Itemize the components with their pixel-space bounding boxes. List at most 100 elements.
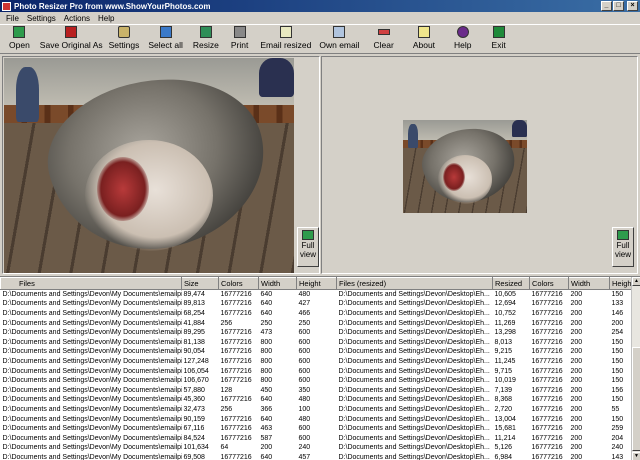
table-cell: 640 — [260, 396, 273, 404]
table-cell: 90,159 — [183, 415, 205, 423]
table-cell: 68,254 — [183, 309, 205, 317]
table-cell: 15,681 — [494, 425, 516, 433]
menu-file[interactable]: File — [2, 14, 23, 23]
table-cell: D:\Documents and Settings\Devon\Desktop\… — [338, 348, 490, 356]
table-cell: 16777216 — [531, 396, 563, 404]
column-header[interactable]: Heigh — [609, 277, 632, 290]
table-cell: 200 — [570, 396, 583, 404]
table-cell: 150 — [611, 396, 624, 404]
table-row[interactable]: D:\Documents and Settings\Devon\My Docum… — [1, 385, 632, 395]
table-row[interactable]: D:\Documents and Settings\Devon\My Docum… — [1, 453, 632, 460]
table-cell: 600 — [298, 348, 311, 356]
column-header[interactable]: Files — [0, 277, 182, 290]
table-cell: 150 — [611, 367, 624, 375]
vertical-scrollbar[interactable]: ▲ ▼ — [631, 277, 640, 460]
own-email-button[interactable]: Own email — [319, 25, 360, 53]
menu-actions[interactable]: Actions — [60, 14, 94, 23]
table-row[interactable]: D:\Documents and Settings\Devon\My Docum… — [1, 290, 632, 300]
maximize-button[interactable]: □ — [613, 1, 624, 11]
scroll-thumb[interactable] — [632, 347, 640, 451]
table-row[interactable]: D:\Documents and Settings\Devon\My Docum… — [1, 357, 632, 367]
close-button[interactable]: × — [627, 1, 638, 11]
email-resized-button[interactable]: Email resized — [260, 25, 311, 53]
table-cell: 5,126 — [494, 444, 513, 452]
own-email-label: Own email — [319, 40, 360, 50]
table-row[interactable]: D:\Documents and Settings\Devon\My Docum… — [1, 414, 632, 424]
print-button[interactable]: Print — [231, 25, 248, 53]
column-header[interactable]: Width — [568, 277, 610, 290]
table-cell: 200 — [570, 377, 583, 385]
column-header[interactable]: Files (resized) — [336, 277, 493, 290]
help-button[interactable]: Help — [454, 25, 472, 53]
full-view-button-original[interactable]: Full view — [297, 227, 319, 267]
column-header[interactable]: Width — [258, 277, 297, 290]
table-cell: 143 — [611, 453, 624, 460]
table-cell: 250 — [260, 319, 273, 327]
table-cell: D:\Documents and Settings\Devon\My Docum… — [2, 348, 182, 356]
table-cell: 67,116 — [183, 425, 205, 433]
table-cell: 16777216 — [531, 329, 563, 337]
full-view-icon — [617, 230, 629, 240]
table-row[interactable]: D:\Documents and Settings\Devon\My Docum… — [1, 328, 632, 338]
table-cell: D:\Documents and Settings\Devon\Desktop\… — [338, 309, 490, 317]
table-row[interactable]: D:\Documents and Settings\Devon\My Docum… — [1, 395, 632, 405]
exit-label: Exit — [491, 40, 506, 50]
table-cell: 16777216 — [220, 338, 252, 346]
table-cell: 800 — [260, 367, 273, 375]
table-cell: 16777216 — [531, 309, 563, 317]
select-all-button[interactable]: Select all — [148, 25, 183, 53]
table-cell: 200 — [570, 329, 583, 337]
table-cell: 366 — [260, 405, 273, 413]
table-cell: 640 — [260, 300, 273, 308]
table-cell: 587 — [260, 434, 273, 442]
full-view-button-resized[interactable]: Full view — [612, 227, 634, 267]
table-row[interactable]: D:\Documents and Settings\Devon\My Docum… — [1, 299, 632, 309]
table-row[interactable]: D:\Documents and Settings\Devon\My Docum… — [1, 376, 632, 386]
scroll-down-icon[interactable]: ▼ — [632, 452, 640, 460]
column-header[interactable]: Size — [181, 277, 219, 290]
table-row[interactable]: D:\Documents and Settings\Devon\My Docum… — [1, 405, 632, 415]
table-cell: 200 — [570, 319, 583, 327]
column-header[interactable]: Height — [296, 277, 337, 290]
column-header[interactable]: Colors — [218, 277, 259, 290]
table-cell: D:\Documents and Settings\Devon\Desktop\… — [338, 434, 490, 442]
settings-icon — [118, 26, 130, 38]
file-list-grid: Files Size Colors Width Height Files (resized… — [0, 276, 640, 460]
table-row[interactable]: D:\Documents and Settings\Devon\My Docum… — [1, 443, 632, 453]
open-button[interactable]: Open — [9, 25, 30, 53]
table-row[interactable]: D:\Documents and Settings\Devon\My Docum… — [1, 337, 632, 347]
save-original-as-button[interactable]: Save Original As — [40, 25, 103, 53]
clear-button[interactable]: Clear — [374, 25, 394, 53]
settings-button[interactable]: Settings — [109, 25, 139, 53]
table-row[interactable]: D:\Documents and Settings\Devon\My Docum… — [1, 309, 632, 319]
table-cell: 600 — [298, 377, 311, 385]
menu-settings[interactable]: Settings — [23, 14, 60, 23]
table-cell: 10,752 — [494, 309, 516, 317]
table-cell: 9,715 — [494, 367, 513, 375]
table-row[interactable]: D:\Documents and Settings\Devon\My Docum… — [1, 366, 632, 376]
table-row[interactable]: D:\Documents and Settings\Devon\My Docum… — [1, 318, 632, 328]
table-cell: 200 — [570, 309, 583, 317]
table-cell: D:\Documents and Settings\Devon\Desktop\… — [338, 357, 490, 365]
scroll-up-icon[interactable]: ▲ — [632, 277, 640, 286]
folder-open-icon — [13, 26, 26, 38]
column-header[interactable]: Resized — [492, 277, 530, 290]
open-label: Open — [9, 40, 30, 50]
resize-button[interactable]: Resize — [193, 25, 219, 53]
table-cell: 55 — [611, 405, 620, 413]
menu-help[interactable]: Help — [94, 14, 118, 23]
column-header[interactable]: Colors — [529, 277, 569, 290]
table-cell: 8,013 — [494, 338, 513, 346]
table-cell: 200 — [570, 291, 583, 299]
table-cell: 600 — [298, 425, 311, 433]
table-cell: D:\Documents and Settings\Devon\My Docum… — [2, 453, 182, 460]
title-bar: Photo Resizer Pro from www.ShowYourPhoto… — [0, 0, 640, 12]
exit-button[interactable]: Exit — [492, 25, 506, 53]
table-cell: 200 — [570, 415, 583, 423]
table-row[interactable]: D:\Documents and Settings\Devon\My Docum… — [1, 347, 632, 357]
about-button[interactable]: About — [413, 25, 435, 53]
table-cell: 200 — [570, 444, 583, 452]
table-row[interactable]: D:\Documents and Settings\Devon\My Docum… — [1, 424, 632, 434]
table-row[interactable]: D:\Documents and Settings\Devon\My Docum… — [1, 433, 632, 443]
minimize-button[interactable]: _ — [601, 1, 612, 11]
